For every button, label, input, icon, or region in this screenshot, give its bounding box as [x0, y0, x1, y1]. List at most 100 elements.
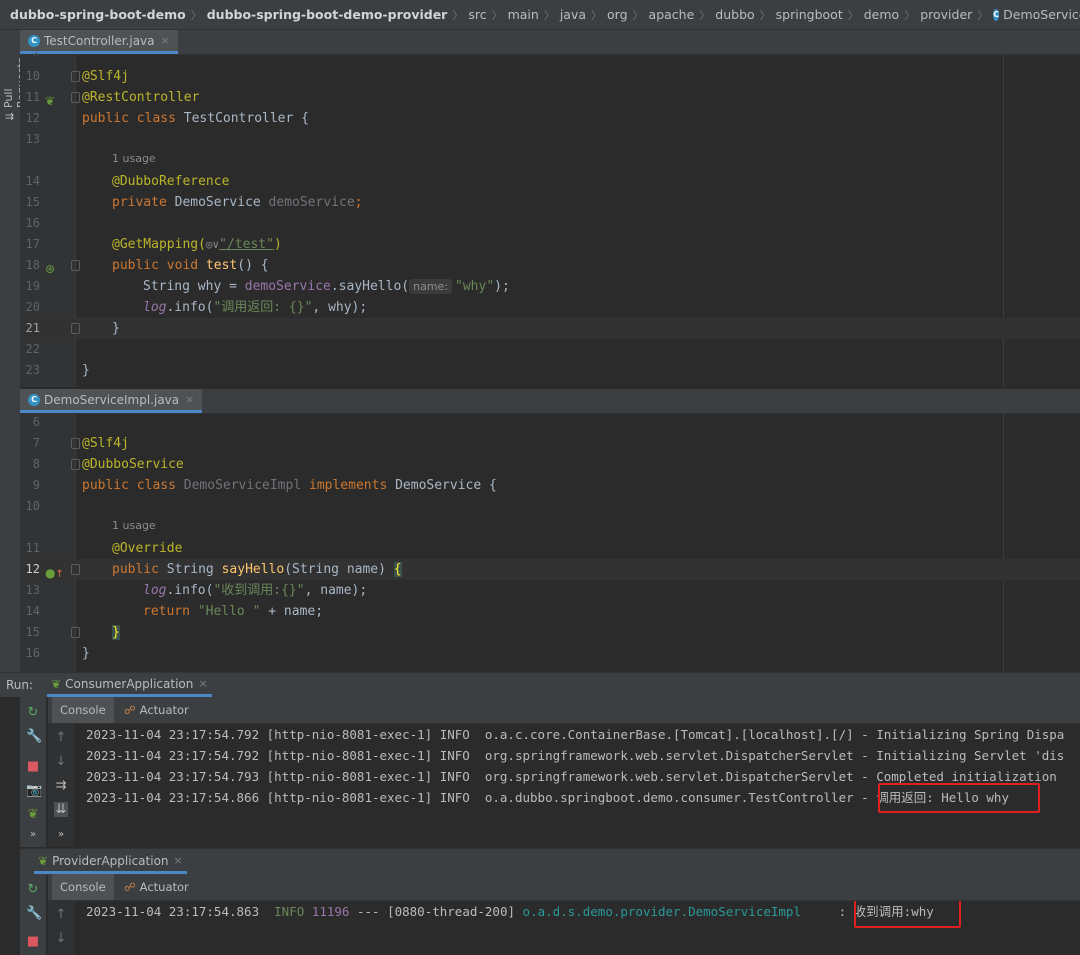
breadcrumb-item[interactable]: dubbo-spring-boot-demo-provider [207, 7, 448, 22]
more-icon[interactable]: » [54, 829, 68, 840]
method-name: test [205, 258, 238, 273]
line-number: 16 [25, 646, 40, 660]
fold-icon[interactable] [71, 564, 80, 575]
chevron-right-icon: 〉 [904, 8, 916, 22]
editor-demoserviceimpl[interactable]: 6 7 @Slf4j 8 @DubboService 9 public class D… [20, 414, 1080, 672]
line-number: 10 [25, 69, 40, 83]
breadcrumb-item[interactable]: dubbo-spring-boot-demo [10, 7, 186, 22]
breadcrumb-item[interactable]: org [607, 7, 628, 22]
editor-testcontroller[interactable]: ⌃ 10 @Slf4j 11 ❦ @RestController 12 public c… [20, 50, 1080, 387]
breadcrumb-item[interactable]: main [508, 7, 539, 22]
breadcrumb-item[interactable]: java [560, 7, 586, 22]
provider-tabbar: ❦ ProviderApplication × [20, 848, 1080, 875]
tab-actuator[interactable]: ☍ Actuator [116, 697, 197, 723]
code-line: ⌃ [32, 50, 40, 64]
close-icon[interactable]: × [185, 393, 194, 406]
pull-requests-icon[interactable]: ⇉ [5, 110, 14, 123]
code-text: @Slf4j [82, 436, 129, 451]
line-number: 20 [25, 300, 40, 314]
matched-brace: } [112, 625, 120, 640]
tab-console[interactable]: Console [52, 874, 114, 900]
tab-consumer-application[interactable]: ❦ ConsumerApplication × [47, 673, 212, 697]
breadcrumb-item[interactable]: DemoServiceImpl [1003, 7, 1080, 22]
spring-boot-icon: ❦ [38, 853, 49, 868]
usage-hint[interactable]: 1 usage [112, 519, 156, 532]
spring-icon[interactable]: ❦ [26, 807, 40, 822]
code-text: @RestController [82, 90, 200, 105]
tab-console[interactable]: Console [52, 697, 114, 723]
keyword: class [136, 111, 184, 126]
tab-provider-application[interactable]: ❦ ProviderApplication × [34, 850, 187, 874]
fold-icon[interactable] [71, 71, 80, 82]
run-label: Run: [6, 678, 34, 692]
stop-icon[interactable]: ■ [26, 759, 40, 774]
arrow-up-icon[interactable]: ↑ [54, 907, 68, 922]
wrench-icon[interactable]: 🔧 [26, 906, 42, 921]
field-unused: demoService [268, 195, 355, 210]
code-line: 23} [20, 360, 1080, 381]
provider-console[interactable]: 2023-11-04 23:17:54.863 INFO 11196 --- [… [76, 901, 1080, 955]
chevron-right-icon: 〉 [591, 8, 603, 22]
more-icon[interactable]: » [26, 829, 40, 840]
line-number: 7 [32, 436, 40, 450]
soft-wrap-icon[interactable]: ⇉ [54, 778, 68, 793]
code-text: TestController { [183, 111, 309, 126]
url-link[interactable]: "/test" [219, 237, 274, 252]
keyword: void [166, 258, 206, 273]
chevron-right-icon: 〉 [491, 8, 503, 22]
string-literal: "why" [455, 279, 495, 294]
code-line: 15} [20, 622, 1080, 643]
fold-icon[interactable] [71, 92, 80, 103]
camera-icon[interactable]: 📷 [26, 783, 42, 798]
tab-actuator[interactable]: ☍ Actuator [116, 874, 197, 900]
annotation: ) [273, 237, 282, 252]
breadcrumb-item[interactable]: demo [864, 7, 899, 22]
stop-icon[interactable]: ■ [26, 934, 40, 949]
tab-demoserviceimpl[interactable]: C DemoServiceImpl.java × [20, 389, 203, 413]
breadcrumb-item[interactable]: src [468, 7, 486, 22]
scroll-to-end-icon[interactable]: ⇊ [54, 802, 68, 817]
code-text: @Slf4j [82, 69, 129, 84]
close-icon[interactable]: × [161, 34, 170, 47]
fold-icon[interactable] [71, 323, 80, 334]
consumer-console[interactable]: 2023-11-04 23:17:54.792 [http-nio-8081-e… [76, 724, 1080, 847]
arrow-down-icon[interactable]: ↓ [54, 931, 68, 946]
code-text: @DubboReference [112, 174, 230, 189]
run-toolbar: Run: ❦ ConsumerApplication × [0, 672, 1080, 697]
rerun-icon[interactable]: ↻ [26, 882, 40, 897]
code-text: () { [237, 258, 269, 273]
run-tab-label: ProviderApplication [52, 853, 169, 868]
log-pid: 11196 [311, 904, 350, 919]
line-number: 12 [25, 562, 40, 576]
code-line: 11 @Override [20, 538, 1080, 559]
breadcrumb: dubbo-spring-boot-demo 〉 dubbo-spring-boo… [0, 0, 1080, 30]
breadcrumb-item[interactable]: provider [920, 7, 972, 22]
console-line: 2023-11-04 23:17:54.792 [http-nio-8081-e… [86, 727, 1065, 742]
code-line-current: 12 ●↑ public String sayHello(String name) … [20, 559, 1080, 580]
fold-icon[interactable] [71, 438, 80, 449]
arrow-up-icon[interactable]: ↑ [54, 730, 68, 745]
fold-icon[interactable] [71, 459, 80, 470]
breadcrumb-item[interactable]: dubbo [715, 7, 754, 22]
close-icon[interactable]: × [174, 854, 183, 867]
console-line: 2023-11-04 23:17:54.792 [http-nio-8081-e… [86, 748, 1065, 763]
code-text: DemoService { [395, 478, 497, 493]
close-icon[interactable]: × [198, 677, 207, 690]
tab-label: Console [60, 880, 106, 894]
provider-toolbar: ↻ 🔧 ■ [20, 874, 46, 955]
string-literal: "Hello " [197, 604, 261, 619]
breadcrumb-item[interactable]: springboot [776, 7, 843, 22]
string-literal: "调用返回: {}" [213, 300, 313, 315]
usage-hint[interactable]: 1 usage [112, 152, 156, 165]
fold-icon[interactable] [71, 260, 80, 271]
breadcrumb-item[interactable]: apache [649, 7, 695, 22]
line-number: 15 [25, 195, 40, 209]
line-number: 11 [25, 90, 40, 104]
chevron-right-icon: 〉 [847, 8, 859, 22]
console-line: 2023-11-04 23:17:54.863 INFO 11196 --- [… [86, 901, 934, 922]
globe-icon[interactable]: ◎∨ [206, 238, 219, 251]
rerun-icon[interactable]: ↻ [26, 705, 40, 720]
fold-icon[interactable] [71, 627, 80, 638]
arrow-down-icon[interactable]: ↓ [54, 754, 68, 769]
wrench-icon[interactable]: 🔧 [26, 729, 42, 744]
